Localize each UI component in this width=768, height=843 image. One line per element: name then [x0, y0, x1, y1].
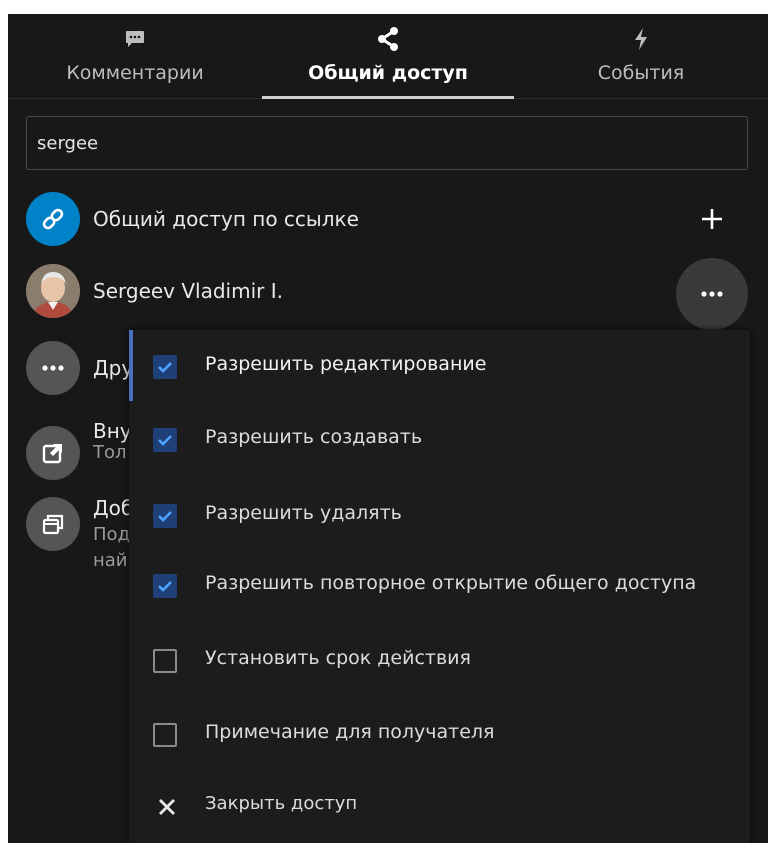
- files-icon: [42, 514, 64, 535]
- menu-item-label: Разрешить создавать: [205, 426, 423, 448]
- comment-icon: [126, 31, 144, 47]
- share-icon: [378, 27, 398, 51]
- share-options-button[interactable]: [676, 258, 748, 330]
- share-options-menu: Разрешить редактирование Разрешить созда…: [129, 330, 750, 843]
- menu-item-set-expiration[interactable]: Установить срок действия: [129, 633, 750, 689]
- menu-item-label: Разрешить удалять: [205, 502, 402, 524]
- link-icon: [42, 208, 64, 230]
- shared-files-sub: Под: [93, 524, 130, 545]
- avatar: [26, 264, 80, 318]
- menu-item-label: Примечание для получателя: [205, 721, 495, 743]
- tab-activity-label: События: [597, 62, 685, 84]
- menu-item-allow-reshare[interactable]: Разрешить повторное открытие общего дост…: [129, 558, 750, 614]
- shared-files-label: Доб: [93, 496, 134, 520]
- share-user-row: Sergeev Vladimir I.: [8, 264, 768, 320]
- internal-link-sub: Тол: [93, 442, 127, 463]
- tab-comments[interactable]: Комментарии: [8, 14, 262, 98]
- plus-icon[interactable]: [698, 205, 726, 233]
- checkbox-set-expiration[interactable]: [153, 649, 177, 673]
- check-icon: [158, 362, 172, 373]
- tab-sharing[interactable]: Общий доступ: [262, 14, 514, 98]
- share-user-name: Sergeev Vladimir I.: [93, 279, 283, 303]
- share-others-label: Дру: [93, 356, 134, 380]
- menu-item-label: Разрешить редактирование: [205, 353, 487, 375]
- internal-link-label: Вну: [93, 419, 132, 443]
- checkbox-allow-reshare[interactable]: [153, 574, 177, 598]
- check-icon: [158, 435, 172, 446]
- share-search-input[interactable]: [26, 116, 748, 170]
- shared-files-sub2: най: [93, 550, 128, 571]
- internal-link-avatar: [26, 426, 80, 480]
- others-avatar: [26, 341, 80, 395]
- external-link-icon: [42, 444, 62, 464]
- sidebar-panel: Комментарии Общий доступ События sergee …: [8, 14, 768, 843]
- menu-item-allow-edit[interactable]: Разрешить редактирование: [129, 339, 750, 395]
- menu-item-label: Установить срок действия: [205, 647, 471, 669]
- checkbox-allow-create[interactable]: [153, 428, 177, 452]
- share-link-row: Общий доступ по ссылке: [8, 192, 768, 248]
- checkbox-note-to-recipient[interactable]: [153, 723, 177, 747]
- more-icon: [42, 365, 64, 371]
- activity-icon: [635, 28, 647, 50]
- active-tab-indicator: [262, 96, 514, 99]
- checkbox-allow-edit[interactable]: [153, 355, 177, 379]
- close-icon: [159, 799, 175, 815]
- check-icon: [158, 511, 172, 522]
- files-avatar: [26, 497, 80, 551]
- menu-item-unshare[interactable]: Закрыть доступ: [129, 779, 750, 835]
- more-icon: [701, 291, 723, 297]
- user-photo-icon: [26, 264, 80, 318]
- menu-item-allow-create[interactable]: Разрешить создавать: [129, 412, 750, 468]
- checkbox-allow-delete[interactable]: [153, 504, 177, 528]
- check-icon: [158, 581, 172, 592]
- tab-activity[interactable]: События: [514, 14, 768, 98]
- share-link-label: Общий доступ по ссылке: [93, 207, 359, 231]
- menu-item-note-to-recipient[interactable]: Примечание для получателя: [129, 707, 750, 763]
- link-avatar: [26, 192, 80, 246]
- menu-item-label: Закрыть доступ: [205, 793, 358, 814]
- tab-comments-label: Комментарии: [66, 62, 204, 84]
- tab-sharing-label: Общий доступ: [308, 62, 468, 84]
- tab-bar: Комментарии Общий доступ События: [8, 14, 768, 99]
- menu-item-label: Разрешить повторное открытие общего дост…: [205, 572, 697, 594]
- menu-item-allow-delete[interactable]: Разрешить удалять: [129, 488, 750, 544]
